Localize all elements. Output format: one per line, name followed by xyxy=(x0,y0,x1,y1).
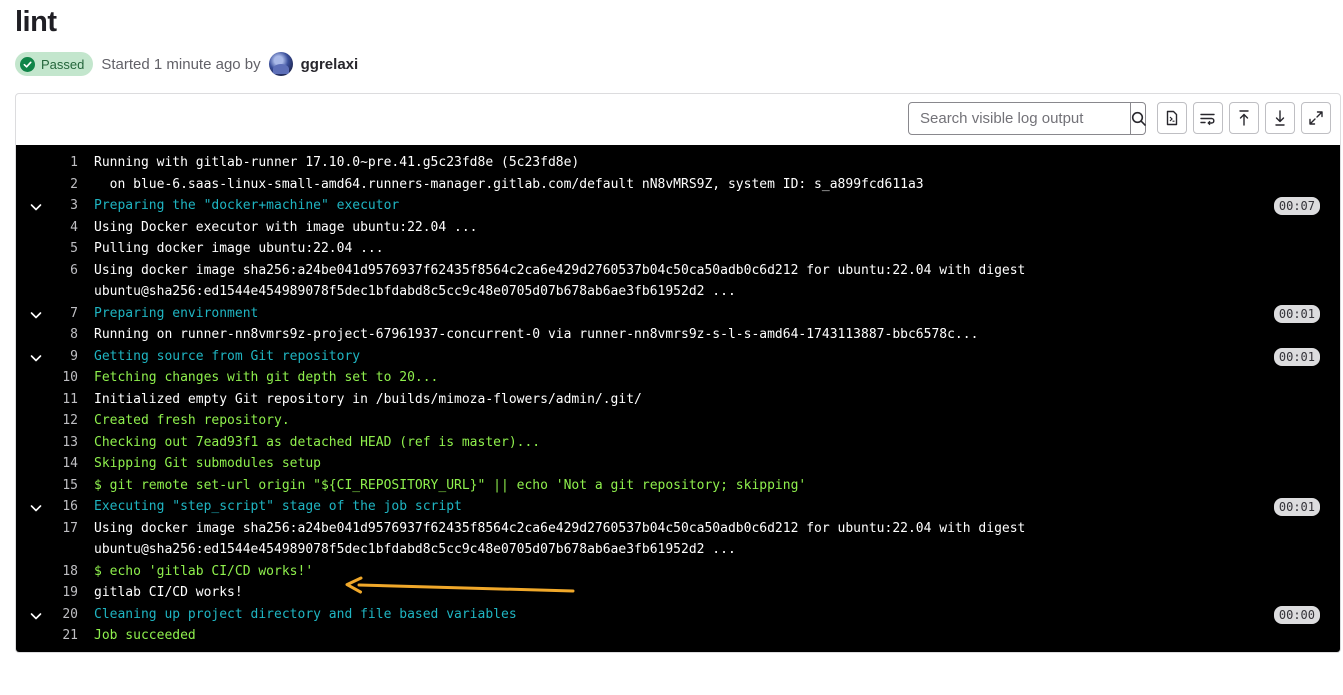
status-label: Passed xyxy=(41,56,85,72)
log-line-text: Preparing environment xyxy=(94,305,259,321)
log-line-text: Pulling docker image ubuntu:22.04 ... xyxy=(94,241,384,256)
log-line: 15 $ git remote set-url origin "${CI_REPO… xyxy=(16,476,1340,498)
line-number[interactable]: 15 xyxy=(46,478,78,493)
status-badge[interactable]: Passed xyxy=(15,52,94,76)
fullscreen-button[interactable] xyxy=(1301,102,1331,134)
log-line: 17 Using docker image sha256:a24be041d957… xyxy=(16,519,1340,562)
log-line: 11 Initialized empty Git repository in /b… xyxy=(16,390,1340,412)
fullscreen-icon xyxy=(1309,111,1323,125)
log-line: 8 Running on runner-nn8vmrs9z-project-679… xyxy=(16,325,1340,347)
log-line-text: gitlab CI/CD works! xyxy=(94,585,243,600)
search-input[interactable] xyxy=(909,103,1130,134)
line-number[interactable]: 6 xyxy=(46,263,78,278)
wrap-lines-icon xyxy=(1200,113,1215,126)
log-section-header[interactable]: 20 Cleaning up project directory and file… xyxy=(16,605,1340,627)
chevron-down-icon[interactable] xyxy=(29,501,43,515)
section-duration-badge: 00:01 xyxy=(1273,304,1320,323)
log-line: 18 $ echo 'gitlab CI/CD works!' xyxy=(16,562,1340,584)
job-log: 1 Running with gitlab-runner 17.10.0~pre.… xyxy=(16,145,1340,652)
line-number[interactable]: 21 xyxy=(46,628,78,643)
log-section-header[interactable]: 7 Preparing environment 00:01 xyxy=(16,304,1340,326)
search-icon xyxy=(1131,111,1146,126)
log-line: 10 Fetching changes with git depth set to… xyxy=(16,368,1340,390)
check-circle-icon xyxy=(20,56,35,72)
section-duration-badge: 00:00 xyxy=(1273,605,1320,624)
log-line: 6 Using docker image sha256:a24be041d9576… xyxy=(16,261,1340,304)
line-number[interactable]: 1 xyxy=(46,155,78,170)
chevron-down-icon[interactable] xyxy=(29,200,43,214)
log-line-text: Cleaning up project directory and file b… xyxy=(94,606,517,622)
log-line: 12 Created fresh repository. xyxy=(16,411,1340,433)
raw-log-icon xyxy=(1166,110,1178,126)
line-number[interactable]: 2 xyxy=(46,177,78,192)
section-duration-badge: 00:07 xyxy=(1273,197,1320,215)
log-line: 5 Pulling docker image ubuntu:22.04 ... xyxy=(16,239,1340,261)
log-line-text: Created fresh repository. xyxy=(94,413,290,428)
log-toolbar xyxy=(16,94,1340,145)
log-line-text: Fetching changes with git depth set to 2… xyxy=(94,370,439,385)
line-number[interactable]: 20 xyxy=(46,607,78,622)
scroll-to-bottom-button[interactable] xyxy=(1265,102,1295,134)
avatar[interactable] xyxy=(268,52,293,76)
line-number[interactable]: 8 xyxy=(46,327,78,342)
job-meta: Passed Started 1 minute ago by ggrelaxi xyxy=(15,52,358,76)
wrap-lines-button[interactable] xyxy=(1193,102,1223,134)
chevron-down-icon[interactable] xyxy=(29,351,43,365)
job-log-panel: 1 Running with gitlab-runner 17.10.0~pre.… xyxy=(15,93,1341,653)
log-line-text: Using docker image sha256:a24be041d95769… xyxy=(94,520,1034,558)
line-number[interactable]: 18 xyxy=(46,564,78,579)
line-number[interactable]: 16 xyxy=(46,499,78,514)
line-number[interactable]: 9 xyxy=(46,349,78,364)
log-line-text: $ echo 'gitlab CI/CD works!' xyxy=(94,563,314,579)
line-number[interactable]: 4 xyxy=(46,220,78,235)
line-number[interactable]: 19 xyxy=(46,585,78,600)
log-search xyxy=(908,102,1146,135)
chevron-down-icon[interactable] xyxy=(29,609,43,623)
show-raw-log-button[interactable] xyxy=(1157,102,1187,134)
log-line-text: Running with gitlab-runner 17.10.0~pre.4… xyxy=(94,155,580,170)
log-line-text: Executing "step_script" stage of the job… xyxy=(94,499,462,514)
log-line: 14 Skipping Git submodules setup xyxy=(16,454,1340,476)
line-number[interactable]: 11 xyxy=(46,392,78,407)
log-line: 13 Checking out 7ead93f1 as detached HEAD… xyxy=(16,433,1340,455)
log-line-text: $ git remote set-url origin "${CI_REPOSI… xyxy=(94,477,807,493)
log-line-text: Preparing the "docker+machine" executor xyxy=(94,198,400,213)
section-duration-badge: 00:01 xyxy=(1273,347,1320,366)
line-number[interactable]: 3 xyxy=(46,198,78,213)
log-line-text: Checking out 7ead93f1 as detached HEAD (… xyxy=(94,434,541,450)
log-line-text: on blue-6.saas-linux-small-amd64.runners… xyxy=(94,176,924,192)
user-link[interactable]: ggrelaxi xyxy=(301,56,359,73)
log-line-text: Job succeeded xyxy=(94,628,196,643)
line-number[interactable]: 5 xyxy=(46,241,78,256)
log-line: 19 gitlab CI/CD works! xyxy=(16,583,1340,605)
line-number[interactable]: 12 xyxy=(46,413,78,428)
chevron-down-icon[interactable] xyxy=(29,308,43,322)
scroll-to-top-button[interactable] xyxy=(1229,102,1259,134)
job-title: lint xyxy=(15,6,57,38)
section-duration-badge: 00:01 xyxy=(1273,498,1320,516)
log-section-header[interactable]: 16 Executing "step_script" stage of the j… xyxy=(16,497,1340,519)
line-number[interactable]: 17 xyxy=(46,521,78,536)
log-line: 2 on blue-6.saas-linux-small-amd64.runne… xyxy=(16,175,1340,197)
search-button[interactable] xyxy=(1130,103,1147,134)
line-number[interactable]: 7 xyxy=(46,306,78,321)
log-line-text: Skipping Git submodules setup xyxy=(94,456,321,471)
log-line: 1 Running with gitlab-runner 17.10.0~pre.… xyxy=(16,153,1340,175)
log-line-text: Initialized empty Git repository in /bui… xyxy=(94,391,642,407)
line-number[interactable]: 10 xyxy=(46,370,78,385)
started-text: Started 1 minute ago by xyxy=(101,55,261,73)
annotation-arrow-icon xyxy=(345,576,575,594)
log-section-header[interactable]: 9 Getting source from Git repository 00:01 xyxy=(16,347,1340,369)
log-line: 4 Using Docker executor with image ubuntu… xyxy=(16,218,1340,240)
log-line-text: Using Docker executor with image ubuntu:… xyxy=(94,219,478,235)
scroll-top-icon xyxy=(1239,110,1249,126)
log-line-text: Running on runner-nn8vmrs9z-project-6796… xyxy=(94,327,979,342)
line-number[interactable]: 13 xyxy=(46,435,78,450)
log-line-text: Using docker image sha256:a24be041d95769… xyxy=(94,262,1034,300)
log-section-header[interactable]: 3 Preparing the "docker+machine" executor… xyxy=(16,196,1340,218)
log-line-text: Getting source from Git repository xyxy=(94,348,361,364)
scroll-bottom-icon xyxy=(1275,110,1285,126)
log-line: 21 Job succeeded xyxy=(16,626,1340,648)
line-number[interactable]: 14 xyxy=(46,456,78,471)
